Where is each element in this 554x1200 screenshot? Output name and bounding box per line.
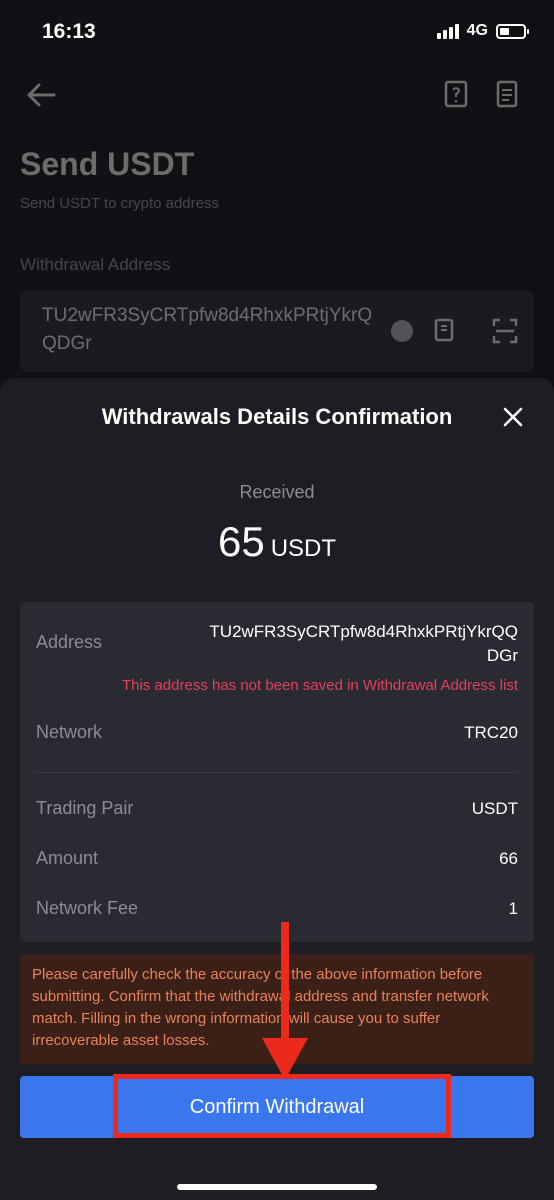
network-value: TRC20 <box>464 723 518 742</box>
withdrawal-details-card: Address TU2wFR3SyCRTpfw8d4RhxkPRtjYkrQQD… <box>20 602 534 942</box>
scan-icon[interactable] <box>492 318 518 344</box>
page-title: Send USDT <box>20 146 195 182</box>
received-label: Received <box>239 482 315 502</box>
trading-pair-value: USDT <box>471 799 518 818</box>
amount-label: Amount <box>36 848 99 868</box>
received-amount: 65 USDT <box>0 518 554 566</box>
status-indicators: 4G <box>436 22 529 40</box>
trading-pair-label: Trading Pair <box>36 798 134 818</box>
address-label: Address <box>36 632 103 652</box>
network-type: 4G <box>466 22 488 39</box>
network-fee-label: Network Fee <box>36 898 139 918</box>
withdrawal-address-label: Withdrawal Address <box>20 255 171 274</box>
clear-icon[interactable] <box>391 320 413 342</box>
page-subtitle: Send USDT to crypto address <box>20 195 219 212</box>
network-label: Network <box>36 722 103 742</box>
back-arrow-icon[interactable] <box>24 78 58 112</box>
amount-value: 66 <box>499 849 518 868</box>
received-amount-number: 65 <box>217 518 265 565</box>
withdrawal-address-value[interactable]: TU2wFR3SyCRTpfw8d4RhxkPRtjYkrQQDGr <box>42 302 382 358</box>
annotation-arrow-shaft <box>281 922 289 1042</box>
withdrawal-address-field[interactable]: TU2wFR3SyCRTpfw8d4RhxkPRtjYkrQQDGr <box>20 290 534 372</box>
sheet-title: Withdrawals Details Confirmation <box>101 404 453 429</box>
divider <box>36 772 518 773</box>
network-fee-value: 1 <box>508 899 518 918</box>
help-book-icon[interactable] <box>444 80 468 108</box>
close-icon[interactable] <box>500 404 526 430</box>
received-amount-unit: USDT <box>270 535 337 562</box>
withdrawal-confirmation-sheet: Withdrawals Details Confirmation Receive… <box>0 378 554 1200</box>
status-time: 16:13 <box>42 20 96 43</box>
address-warning: This address has not been saved in Withd… <box>121 677 518 694</box>
battery-icon <box>496 23 529 39</box>
address-book-icon[interactable] <box>434 318 454 342</box>
confirm-withdrawal-button[interactable]: Confirm Withdrawal <box>20 1076 534 1138</box>
status-bar: 16:13 4G <box>0 0 554 66</box>
annotation-arrow-head <box>262 1038 308 1080</box>
history-document-icon[interactable] <box>496 80 518 108</box>
signal-icon <box>436 23 459 39</box>
home-indicator <box>177 1184 377 1190</box>
address-value: TU2wFR3SyCRTpfw8d4RhxkPRtjYkrQQDGr <box>209 622 518 665</box>
